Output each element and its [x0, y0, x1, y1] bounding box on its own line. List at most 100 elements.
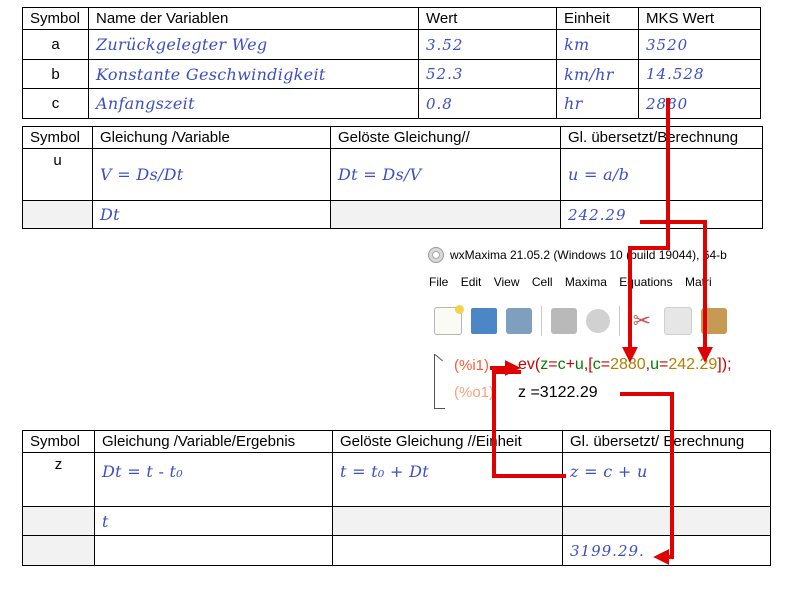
expr-part: =: [600, 356, 611, 373]
wert-cell: 52.3: [418, 59, 557, 89]
table-row: 3199.29.: [22, 535, 771, 566]
expr-part: ev(: [518, 356, 541, 373]
output-expression: z =3122.29: [518, 384, 598, 401]
gleichung-cell: Dt = t - t₀: [94, 452, 333, 507]
expr-part: u: [574, 356, 584, 373]
name-cell: Zurückgelegter Weg: [88, 29, 419, 60]
header-mks: MKS Wert: [638, 7, 761, 30]
symbol-cell: [22, 200, 93, 229]
header-symbol: Symbol: [22, 430, 95, 453]
symbol-cell: a: [22, 29, 89, 60]
berechnung-cell: z = c + u: [562, 452, 771, 507]
berechnung-cell: 242.29: [560, 200, 763, 229]
variables-table: Symbol Name der Variablen Wert Einheit M…: [22, 7, 761, 119]
wxmaxima-logo-icon: [428, 247, 444, 263]
open-folder-icon[interactable]: [471, 308, 497, 334]
gleichung-cell: t: [94, 506, 333, 536]
geloest-cell: [332, 535, 563, 566]
expr-part: =: [548, 356, 558, 373]
berechnung-cell: 3199.29.: [562, 535, 771, 566]
mks-cell: 3520: [638, 29, 761, 60]
wxmaxima-window: wxMaxima 21.05.2 (Windows 10 (build 1904…: [420, 237, 765, 417]
berechnung-cell: [562, 506, 771, 536]
gleichung-cell: Dt: [92, 200, 331, 229]
geloest-cell: t = t₀ + Dt: [332, 452, 563, 507]
header-symbol: Symbol: [22, 7, 89, 30]
name-cell: Anfangszeit: [88, 88, 419, 119]
new-file-icon[interactable]: [434, 305, 464, 335]
input-label: (%i1): [454, 357, 490, 374]
cell-bracket[interactable]: [434, 354, 449, 409]
toolbar-divider: [541, 306, 542, 336]
header-gleichung: Gleichung /Variable: [92, 126, 331, 149]
expr-part: 242.29: [668, 356, 718, 373]
expr-part: u: [650, 356, 660, 373]
header-einheit: Einheit: [556, 7, 639, 30]
name-cell: Konstante Geschwindigkeit: [88, 59, 419, 89]
header-geloest: Gelöste Gleichung//: [330, 126, 561, 149]
header-wert: Wert: [418, 7, 557, 30]
menu-equations[interactable]: Equations: [619, 275, 672, 289]
geloest-cell: [332, 506, 563, 536]
symbol-cell: u: [22, 148, 93, 201]
einheit-cell: hr: [556, 88, 639, 119]
print-icon[interactable]: [551, 308, 577, 334]
menu-maxima[interactable]: Maxima: [565, 275, 607, 289]
expr-part: c: [557, 356, 566, 373]
gleichung-cell: [94, 535, 333, 566]
equation-table-z: Symbol Gleichung /Variable/Ergebnis Gelö…: [22, 430, 771, 566]
table-row: a Zurückgelegter Weg 3.52 km 3520: [22, 29, 761, 60]
copy-icon[interactable]: [664, 307, 692, 335]
input-expression[interactable]: ev(z=c+u,[c=2880,u=242.29]);: [518, 356, 732, 374]
einheit-cell: km/hr: [556, 59, 639, 89]
table-row: c Anfangszeit 0.8 hr 2880: [22, 88, 761, 119]
symbol-cell: [22, 506, 95, 536]
menu-cell[interactable]: Cell: [532, 275, 553, 289]
symbol-cell: b: [22, 59, 89, 89]
table-row: b Konstante Geschwindigkeit 52.3 km/hr 1…: [22, 59, 761, 89]
header-geloest: Gelöste Gleichung //Einheit: [332, 430, 563, 453]
table-row: t: [22, 506, 771, 536]
menu-file[interactable]: File: [429, 275, 448, 289]
header-berechnung: Gl. übersetzt/Berechnung: [560, 126, 763, 149]
toolbar: ✂: [434, 303, 736, 339]
mks-cell: 2880: [638, 88, 761, 119]
table-row: u V = Ds/Dt Dt = Ds/V u = a/b: [22, 148, 763, 201]
header-name: Name der Variablen: [88, 7, 419, 30]
settings-icon[interactable]: [586, 309, 610, 333]
paste-icon[interactable]: [701, 308, 727, 334]
expr-part: =: [659, 356, 669, 373]
toolbar-divider: [619, 306, 620, 336]
output-label: (%o1): [454, 384, 495, 401]
expr-part: ,[: [583, 356, 593, 373]
expr-part: 2880: [610, 356, 646, 373]
header-gleichung: Gleichung /Variable/Ergebnis: [94, 430, 333, 453]
wert-cell: 0.8: [418, 88, 557, 119]
symbol-cell: c: [22, 88, 89, 119]
wert-cell: 3.52: [418, 29, 557, 60]
header-berechnung: Gl. übersetzt/ Berechnung: [562, 430, 771, 453]
menu-matrix[interactable]: Matri: [685, 275, 712, 289]
save-icon[interactable]: [506, 308, 532, 334]
einheit-cell: km: [556, 29, 639, 60]
menu-bar: File Edit View Cell Maxima Equations Mat…: [429, 275, 721, 289]
berechnung-cell: u = a/b: [560, 148, 763, 201]
window-title: wxMaxima 21.05.2 (Windows 10 (build 1904…: [450, 248, 727, 262]
menu-edit[interactable]: Edit: [461, 275, 482, 289]
geloest-cell: [330, 200, 561, 229]
menu-view[interactable]: View: [494, 275, 520, 289]
expr-part: +: [565, 356, 575, 373]
geloest-cell: Dt = Ds/V: [330, 148, 561, 201]
equation-table-u: Symbol Gleichung /Variable Gelöste Gleic…: [22, 126, 763, 229]
table-row: Dt 242.29: [22, 200, 763, 229]
symbol-cell: [22, 535, 95, 566]
cut-icon[interactable]: ✂: [629, 308, 655, 334]
mks-cell: 14.528: [638, 59, 761, 89]
window-titlebar: wxMaxima 21.05.2 (Windows 10 (build 1904…: [428, 245, 727, 265]
maxima-cell[interactable]: (%i1) ev(z=c+u,[c=2880,u=242.29]); (%o1)…: [434, 354, 764, 414]
header-symbol: Symbol: [22, 126, 93, 149]
table-row: z Dt = t - t₀ t = t₀ + Dt z = c + u: [22, 452, 771, 507]
symbol-cell: z: [22, 452, 95, 507]
expr-part: ]);: [717, 356, 732, 373]
gleichung-cell: V = Ds/Dt: [92, 148, 331, 201]
